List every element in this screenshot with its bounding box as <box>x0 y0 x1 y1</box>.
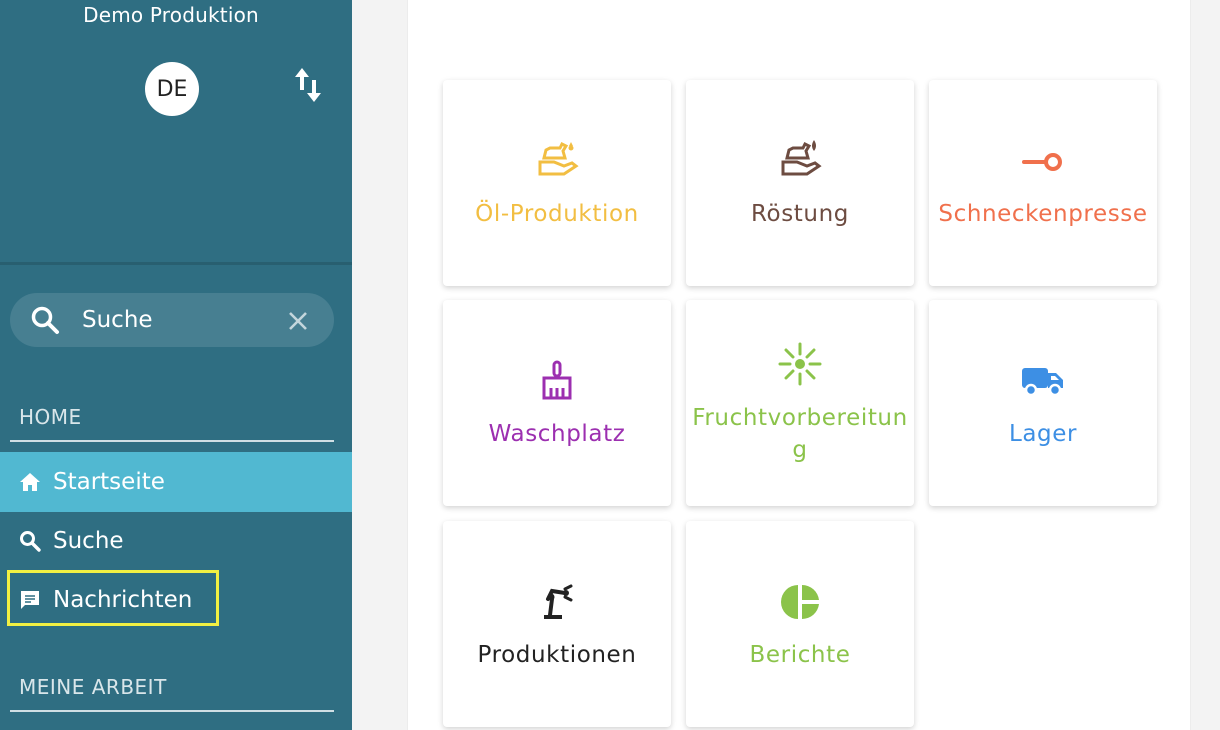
search-input[interactable] <box>82 302 282 338</box>
robot-arm-icon <box>544 584 573 619</box>
app-title: Demo Produktion <box>83 3 259 27</box>
truck-icon <box>1022 368 1063 397</box>
sidebar: Demo Produktion DE HOME Startseite Suche <box>0 0 352 730</box>
search-box[interactable] <box>10 293 334 347</box>
tile-label: Öl-Produktion <box>475 201 639 227</box>
tile-label: Schneckenpresse <box>938 201 1148 227</box>
tile-label: Produktionen <box>477 642 637 668</box>
section-divider <box>10 440 334 442</box>
tile-label: Fruchtvorbereitung <box>692 405 908 463</box>
sunburst-icon <box>778 342 822 386</box>
sidebar-header: Demo Produktion DE <box>0 0 352 263</box>
tile-fruchtvorbereitung[interactable]: Fruchtvorbereitung <box>686 300 914 506</box>
main-panel: Öl-Produktion Röstung Schneckenpresse Wa… <box>407 0 1191 730</box>
sidebar-item-label: Suche <box>53 528 124 554</box>
sidebar-item-suche[interactable]: Suche <box>0 511 352 571</box>
home-icon <box>20 473 40 491</box>
section-label-home: HOME <box>19 405 82 429</box>
key-icon <box>1022 153 1062 171</box>
highlight-box <box>7 570 219 626</box>
roast-hand-icon <box>781 140 822 176</box>
tile-label: Lager <box>1008 421 1078 447</box>
tile-roestung[interactable]: Röstung <box>686 80 914 286</box>
oil-hand-icon <box>538 141 579 176</box>
section-divider <box>10 710 334 712</box>
header-divider <box>0 262 352 265</box>
broom-icon <box>542 360 572 400</box>
pie-chart-icon <box>781 584 819 620</box>
tile-label: Waschplatz <box>488 421 626 447</box>
tile-lager[interactable]: Lager <box>929 300 1157 506</box>
tile-oel-produktion[interactable]: Öl-Produktion <box>443 80 671 286</box>
sidebar-item-startseite[interactable]: Startseite <box>0 452 352 512</box>
section-label-meine-arbeit: MEINE ARBEIT <box>19 675 167 699</box>
tile-produktionen[interactable]: Produktionen <box>443 521 671 727</box>
tile-waschplatz[interactable]: Waschplatz <box>443 300 671 506</box>
close-icon[interactable] <box>287 310 309 332</box>
tile-berichte[interactable]: Berichte <box>686 521 914 727</box>
avatar[interactable]: DE <box>145 62 199 116</box>
sidebar-item-label: Startseite <box>53 469 165 495</box>
tile-schneckenpresse[interactable]: Schneckenpresse <box>929 80 1157 286</box>
tile-label: Berichte <box>749 642 851 668</box>
search-icon <box>20 531 41 552</box>
search-icon <box>31 306 59 334</box>
tile-label: Röstung <box>751 201 849 227</box>
switch-arrows-icon[interactable] <box>292 66 326 104</box>
